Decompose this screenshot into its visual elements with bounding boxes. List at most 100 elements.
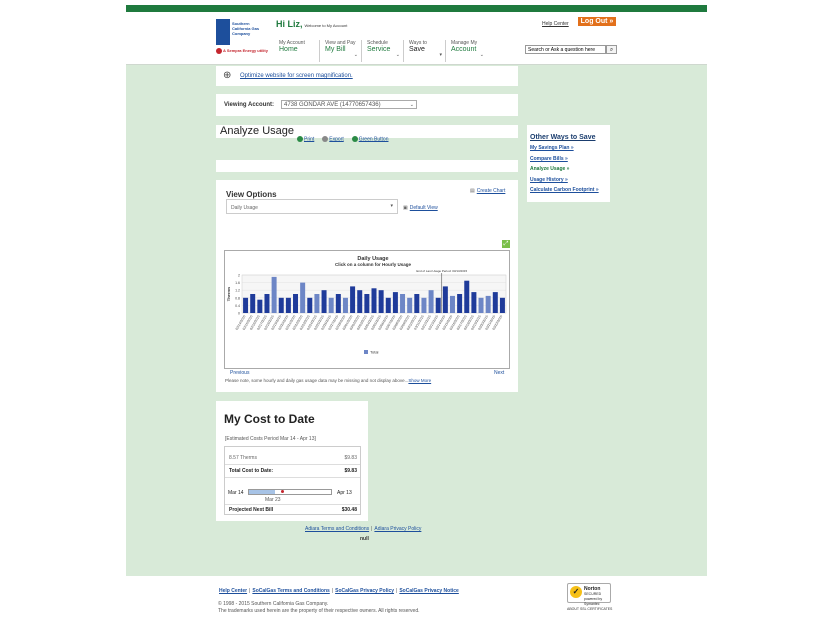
chart-bar	[457, 294, 463, 313]
footer-privacy-notice[interactable]: SoCalGas Privacy Notice	[399, 588, 458, 594]
chart-bar	[471, 292, 477, 313]
billing-progress-bar	[248, 489, 332, 495]
footer-terms[interactable]: SoCalGas Terms and Conditions	[252, 588, 329, 594]
socalgas-logo[interactable]: Southern California Gas Company A Sempra…	[216, 19, 268, 63]
cost-period: [Estimated Costs Period Mar 14 - Apr 13]	[225, 436, 316, 442]
account-select[interactable]: 4738 GONDAR AVE (14770657436) ⌄	[281, 100, 417, 109]
therms-row: 8.57 Therms $9.83	[229, 455, 357, 461]
norton-about: ABOUT SSL CERTIFICATES	[567, 607, 613, 611]
view-select[interactable]: Daily Usage ▾	[226, 199, 398, 214]
divider	[225, 504, 360, 505]
export-link[interactable]: Export	[322, 136, 344, 142]
chevron-down-icon: ⌄	[395, 52, 400, 58]
norton-seal[interactable]: ✓ Norton SECURED powered by Symantec ABOUT…	[567, 583, 617, 613]
export-icon	[322, 136, 329, 142]
greeting: Hi Liz, Welcome to My Account	[276, 19, 348, 29]
chart-bar	[364, 294, 370, 313]
chart-bar	[271, 276, 277, 313]
y-tick-label: 0.4	[235, 304, 240, 308]
chart-bar	[264, 294, 270, 313]
chart-bar	[464, 280, 470, 313]
chart-bar	[328, 297, 334, 313]
compare-bills-link[interactable]: Compare Bills »	[530, 156, 599, 167]
trademark-notice: The trademarks used herein are the prope…	[218, 608, 420, 614]
logout-button[interactable]: Log Out »	[578, 17, 616, 26]
viewing-account-label: Viewing Account:	[224, 102, 275, 108]
chart-bar	[357, 290, 363, 313]
y-tick-label: 1.2	[235, 289, 240, 293]
footer-privacy-policy[interactable]: SoCalGas Privacy Policy	[335, 588, 394, 594]
cost-to-date-panel: My Cost to Date [Estimated Costs Period …	[216, 401, 368, 521]
chevron-down-icon: ⌄	[353, 52, 358, 58]
top-bar	[126, 5, 707, 12]
green-button-link[interactable]: Green Button	[351, 136, 388, 142]
chevron-down-icon: ⌄	[409, 102, 414, 108]
create-chart-link[interactable]: Create Chart	[470, 188, 506, 194]
carbon-footprint-link[interactable]: Calculate Carbon Footprint »	[530, 187, 599, 198]
chart-subtitle: Click on a column for Hourly Usage	[335, 262, 412, 267]
copyright: © 1998 - 2015 Southern California Gas Co…	[218, 601, 329, 607]
range-start-date: Mar 14	[228, 490, 244, 496]
chart-bar	[321, 290, 327, 313]
chart-bar	[499, 297, 505, 313]
y-tick-label: 0	[238, 312, 240, 316]
next-link[interactable]: Next	[494, 370, 504, 376]
previous-link[interactable]: Previous	[230, 370, 249, 376]
footer-help-center[interactable]: Help Center	[219, 588, 247, 594]
search-input[interactable]	[525, 45, 606, 54]
adiara-terms-link[interactable]: Adiara Terms and Conditions	[305, 526, 369, 532]
print-link[interactable]: Print	[297, 136, 314, 142]
savings-plan-link[interactable]: My Savings Plan »	[530, 145, 599, 156]
chart-bar	[243, 297, 249, 313]
divider	[225, 464, 360, 465]
adiara-privacy-link[interactable]: Adiara Privacy Policy	[374, 526, 421, 532]
y-tick-label: 0.8	[235, 296, 240, 300]
chart-bar	[314, 294, 320, 313]
chart-bar	[278, 297, 284, 313]
y-axis-label: Therms	[226, 286, 231, 301]
inner-footer-links: Adiara Terms and Conditions | Adiara Priva…	[305, 526, 422, 532]
logo-text: Southern California Gas Company	[232, 21, 260, 36]
view-options-title: View Options	[226, 190, 277, 199]
null-text: null	[360, 536, 369, 542]
current-date-marker	[281, 490, 285, 493]
help-center-link[interactable]: Help Center	[542, 21, 569, 27]
nav-schedule-service[interactable]: Schedule Service ⌄	[361, 40, 403, 62]
chart-bar	[435, 297, 441, 313]
analyze-usage-link[interactable]: Analyze Usage »	[530, 166, 599, 177]
search-icon[interactable]: ⌕	[606, 45, 617, 54]
chart-bar	[257, 299, 263, 313]
divider	[225, 477, 360, 478]
cost-box: 8.57 Therms $9.83 Total Cost to Date: $9.8…	[224, 446, 361, 515]
other-ways-list: My Savings Plan » Compare Bills » Analyz…	[530, 145, 599, 198]
usage-history-link[interactable]: Usage History »	[530, 177, 599, 188]
magnify-icon: ⊕	[223, 70, 232, 81]
magnification-link[interactable]: Optimize website for screen magnificatio…	[240, 73, 353, 79]
header: Southern California Gas Company A Sempra…	[126, 12, 707, 65]
chart-bar	[421, 297, 427, 313]
nav-my-bill[interactable]: View and Pay My Bill ⌄	[319, 40, 361, 62]
nav-manage-account[interactable]: Manage My Account ⌄	[445, 40, 487, 62]
billing-progress-fill	[249, 490, 276, 494]
show-more-link[interactable]: Show More	[408, 378, 431, 383]
greeting-sub: Welcome to My Account	[304, 23, 348, 28]
chart-bar	[300, 282, 306, 313]
view-options-panel: View Options Create Chart Daily Usage▾ D…	[216, 180, 518, 392]
chart-bar	[335, 294, 341, 313]
print-icon	[297, 136, 303, 142]
usage-note: Please note, some hourly and daily gas u…	[225, 378, 432, 383]
chart-bar	[342, 297, 348, 313]
chart-bar	[400, 294, 406, 313]
range-end-date: Apr 13	[337, 490, 352, 496]
chart-bar	[392, 292, 398, 313]
expand-icon[interactable]: ⤢	[502, 240, 510, 248]
nav-my-account-home[interactable]: My Account Home	[277, 40, 319, 62]
projected-row: Projected Next Bill $30.48	[229, 507, 357, 513]
nav-ways-to-save[interactable]: Ways to Save ▾	[403, 40, 445, 62]
chart-bar	[285, 297, 291, 313]
chart-bar	[350, 286, 356, 313]
chart-bar	[407, 297, 413, 313]
default-view-link[interactable]: Default View	[403, 205, 438, 211]
viewing-account-panel: Viewing Account: 4738 GONDAR AVE (147706…	[216, 94, 518, 116]
usage-actions: Print Export Green Button	[297, 136, 388, 142]
